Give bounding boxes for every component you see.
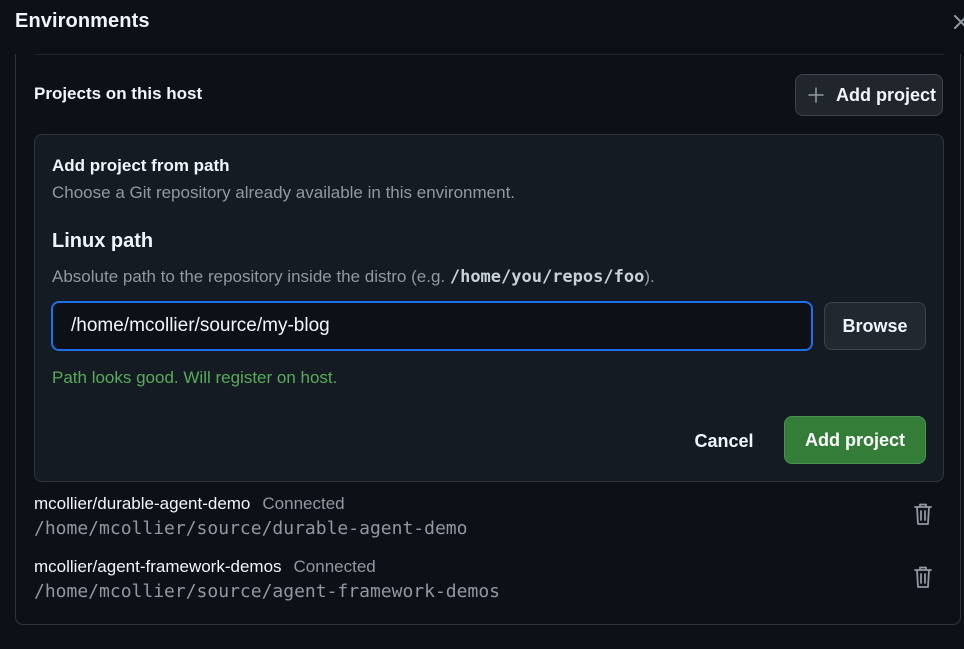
trash-icon[interactable] [910,500,936,528]
linux-path-help: Absolute path to the repository inside t… [52,267,655,287]
help-suffix: ). [644,267,655,286]
form-heading: Add project from path [52,156,230,175]
project-status: Connected [262,494,345,513]
project-status: Connected [293,557,376,576]
form-subheading: Choose a Git repository already availabl… [52,183,516,202]
close-icon[interactable] [953,13,964,31]
project-path: /home/mcollier/source/agent-framework-de… [34,581,500,602]
project-row: mcollier/agent-framework-demos Connected … [34,557,944,613]
linux-path-input[interactable] [51,301,813,351]
add-project-button[interactable]: Add project [795,74,943,116]
environments-dialog: Environments Projects on this host Add p… [0,0,964,649]
submit-add-project-button[interactable]: Add project [784,416,926,464]
plus-icon [808,87,824,103]
cancel-button[interactable]: Cancel [680,418,768,464]
project-name: mcollier/agent-framework-demos [34,557,282,576]
help-example-path: /home/you/repos/foo [449,267,645,287]
project-name: mcollier/durable-agent-demo [34,494,251,513]
projects-section-title: Projects on this host [34,84,203,103]
project-path: /home/mcollier/source/durable-agent-demo [34,518,468,539]
browse-button[interactable]: Browse [824,302,926,350]
help-prefix: Absolute path to the repository inside t… [52,267,450,286]
trash-icon[interactable] [910,563,936,591]
project-row: mcollier/durable-agent-demo Connected /ho… [34,494,944,550]
dialog-title: Environments [15,10,150,32]
add-project-button-label: Add project [836,84,937,105]
validation-message: Path looks good. Will register on host. [52,368,338,387]
header-divider [35,54,944,55]
linux-path-label: Linux path [52,230,154,252]
